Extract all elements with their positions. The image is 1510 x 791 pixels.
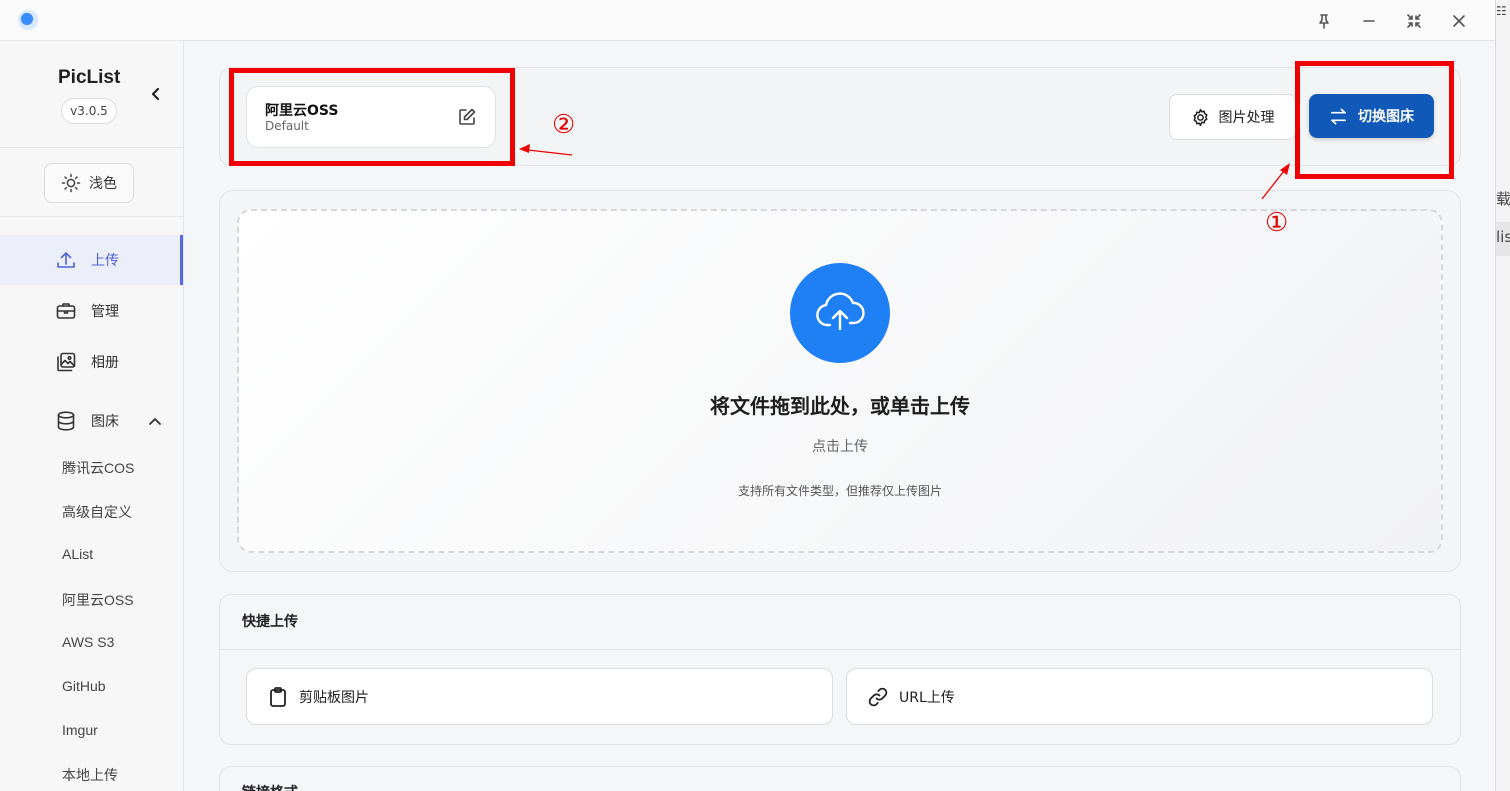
sidebar-item-label: 管理 <box>91 304 119 320</box>
briefcase-icon <box>56 303 76 319</box>
edit-icon[interactable] <box>457 107 479 129</box>
sidebar-item-gallery[interactable]: 相册 <box>0 337 183 387</box>
sidebar-divider <box>0 216 183 217</box>
gear-icon <box>1192 108 1208 126</box>
collapse-sidebar-button[interactable] <box>146 83 166 105</box>
theme-toggle-button[interactable]: 浅色 <box>44 163 134 203</box>
sidebar-item-label: 相册 <box>91 355 119 371</box>
chevron-left-icon <box>151 87 160 101</box>
clipboard-icon <box>270 686 286 707</box>
dropzone-hint: 支持所有文件类型，但推荐仅上传图片 <box>737 484 942 498</box>
theme-label: 浅色 <box>89 176 117 192</box>
link-format-title: 链接格式 <box>242 782 298 791</box>
switch-uploader-label: 切换图床 <box>1358 109 1414 125</box>
uploader-item[interactable]: GitHub <box>62 678 106 694</box>
version-badge: v3.0.5 <box>61 98 117 124</box>
app-window: PicList v3.0.5 浅色 上传 管理 相册 图床 腾讯云COS 高级自… <box>0 0 1496 791</box>
switch-uploader-button[interactable]: 切换图床 <box>1309 94 1434 138</box>
compress-icon[interactable] <box>1401 8 1427 34</box>
image-process-label: 图片处理 <box>1218 110 1275 126</box>
url-upload-label: URL上传 <box>899 689 955 706</box>
background-window-text: 载信 <box>1496 190 1510 208</box>
sidebar-item-label: 上传 <box>91 253 119 269</box>
uploader-item[interactable]: Imgur <box>62 722 98 738</box>
dropzone-subtitle[interactable]: 点击上传 <box>237 436 1443 456</box>
clipboard-upload-button[interactable]: 剪贴板图片 <box>246 668 833 725</box>
sun-icon <box>61 173 81 193</box>
swap-arrows-icon <box>1330 108 1347 124</box>
sidebar-item-uploaders[interactable]: 图床 <box>0 396 183 446</box>
database-icon <box>57 411 75 431</box>
uploader-item[interactable]: AList <box>62 546 93 562</box>
dropzone-title: 将文件拖到此处，或单击上传 <box>710 394 970 418</box>
sidebar: PicList v3.0.5 浅色 上传 管理 相册 图床 腾讯云COS 高级自… <box>0 41 184 791</box>
link-format-card <box>219 766 1461 791</box>
background-window-fragment: ☷ 载信 lis <box>1496 0 1510 791</box>
sidebar-item-upload[interactable]: 上传 <box>0 235 183 285</box>
uploader-item[interactable]: 阿里云OSS <box>62 590 134 610</box>
background-window-text: lis <box>1496 222 1510 256</box>
sidebar-divider <box>0 147 183 148</box>
cloud-upload-icon[interactable] <box>790 263 890 363</box>
sidebar-item-label: 图床 <box>91 414 119 430</box>
pin-icon[interactable] <box>1311 8 1337 34</box>
upload-icon <box>57 252 75 268</box>
uploader-item[interactable]: AWS S3 <box>62 634 114 650</box>
clipboard-upload-label: 剪贴板图片 <box>299 689 369 706</box>
app-logo-icon <box>18 10 38 30</box>
close-icon[interactable] <box>1446 8 1472 34</box>
current-uploader-card[interactable]: 阿里云OSS Default <box>246 86 496 148</box>
title-bar <box>0 0 1495 41</box>
link-icon <box>868 687 888 706</box>
uploader-item[interactable]: 腾讯云COS <box>62 458 134 478</box>
image-process-button[interactable]: 图片处理 <box>1169 94 1296 140</box>
current-uploader-profile: Default <box>265 119 309 133</box>
current-uploader-name: 阿里云OSS <box>265 103 339 119</box>
gallery-icon <box>57 352 76 372</box>
uploader-item[interactable]: 本地上传 <box>62 765 118 785</box>
upload-dropzone[interactable] <box>237 209 1443 553</box>
uploader-item[interactable]: 高级自定义 <box>62 502 132 522</box>
brand-name: PicList <box>58 67 121 88</box>
minimize-icon[interactable] <box>1356 8 1382 34</box>
quick-upload-title: 快捷上传 <box>242 614 298 630</box>
url-upload-button[interactable]: URL上传 <box>846 668 1433 725</box>
quick-upload-divider <box>220 649 1460 650</box>
chevron-up-icon <box>148 414 162 428</box>
sidebar-item-manage[interactable]: 管理 <box>0 286 183 336</box>
background-window-text: ☷ <box>1496 4 1507 18</box>
